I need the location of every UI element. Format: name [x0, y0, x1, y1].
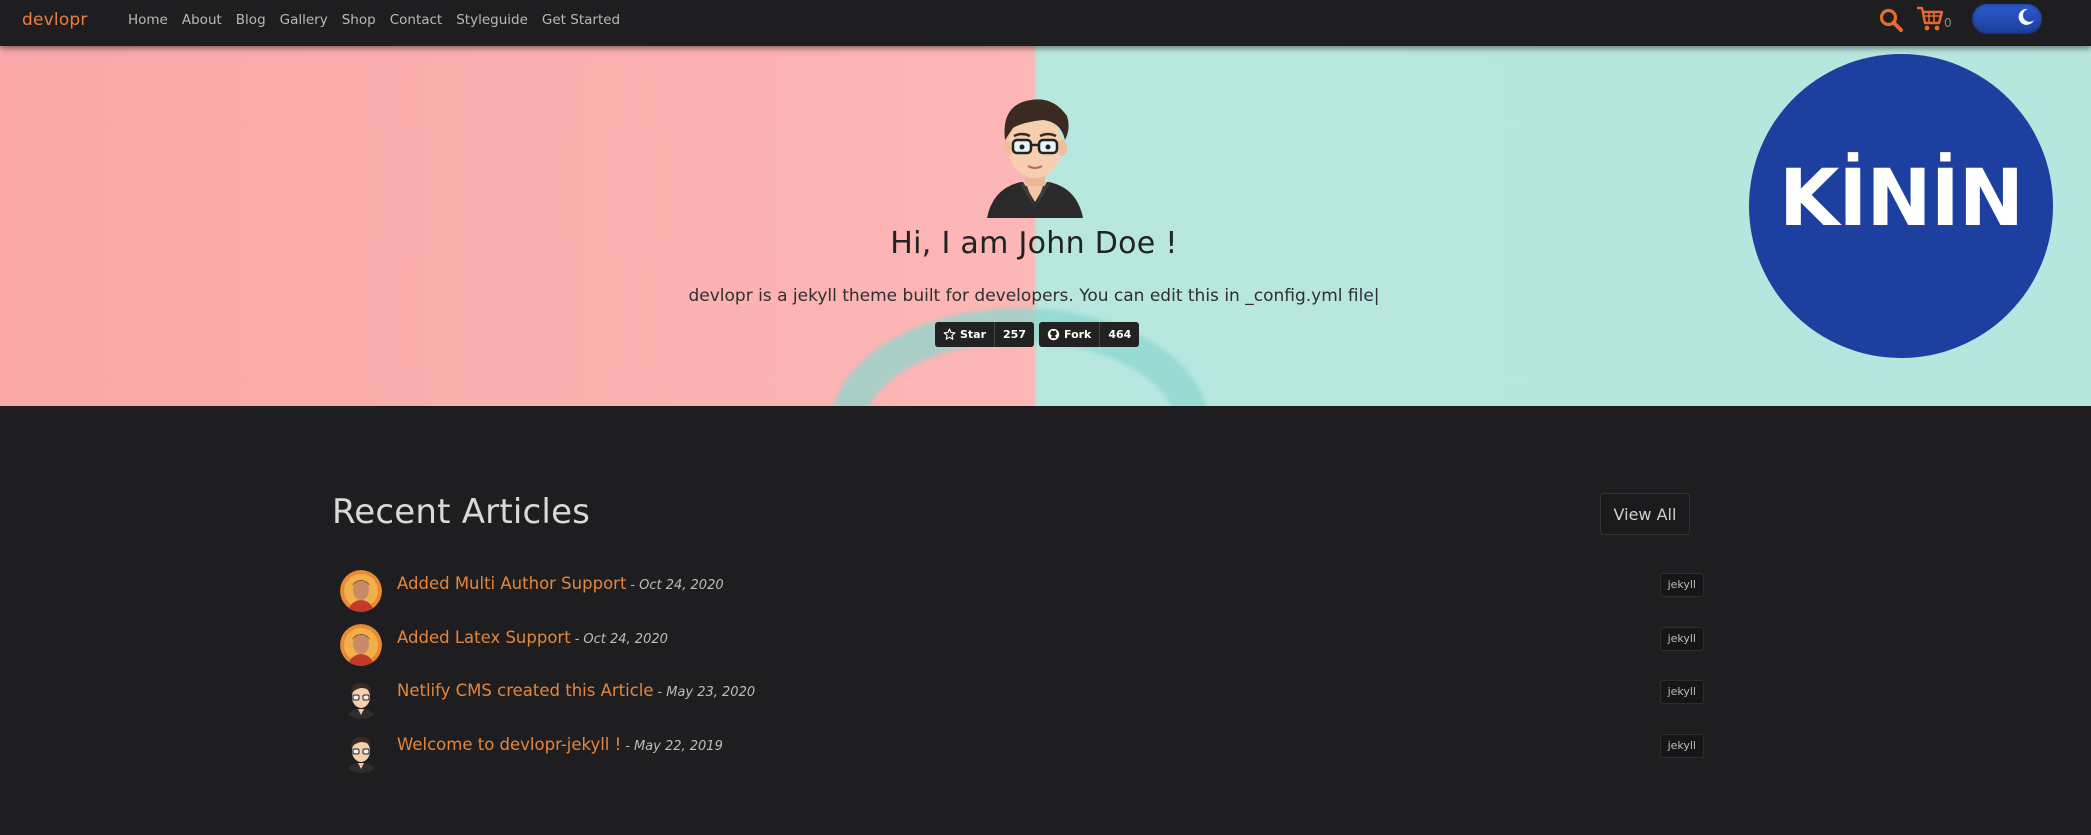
kinin-logo-text: KİNİN: [1778, 154, 2024, 244]
author-photo-avatar: [340, 570, 382, 612]
article-row: Added Latex Support - Oct 24, 2020 jekyll: [340, 620, 1704, 674]
article-title-link[interactable]: Added Multi Author Support - Oct 24, 2020: [397, 574, 724, 593]
nav-link-about[interactable]: About: [182, 12, 222, 28]
github-buttons: Star 257 Fork 464: [935, 322, 1140, 347]
article-tag[interactable]: jekyll: [1659, 680, 1704, 704]
github-fork-button[interactable]: Fork 464: [1039, 322, 1140, 347]
nav-links: Home About Blog Gallery Shop Contact Sty…: [128, 12, 634, 28]
kinin-logo-badge: KİNİN: [1749, 54, 2053, 358]
star-count[interactable]: 257: [995, 328, 1034, 341]
top-navbar: devlopr Home About Blog Gallery Shop Con…: [0, 0, 2091, 46]
nav-link-gallery[interactable]: Gallery: [280, 12, 328, 28]
fork-label: Fork: [1064, 328, 1092, 341]
author-photo-avatar: [340, 623, 382, 666]
nav-link-home[interactable]: Home: [128, 12, 168, 28]
article-title-text[interactable]: Netlify CMS created this Article: [397, 681, 654, 700]
article-title-text[interactable]: Welcome to devlopr-jekyll !: [397, 735, 621, 754]
article-title-link[interactable]: Added Latex Support - Oct 24, 2020: [397, 628, 668, 647]
github-icon: [1047, 328, 1060, 341]
article-date: May 23, 2020: [666, 685, 756, 700]
article-date: Oct 24, 2020: [639, 578, 724, 593]
cart-count: 0: [1944, 16, 1952, 30]
nav-link-contact[interactable]: Contact: [390, 12, 443, 28]
nav-link-shop[interactable]: Shop: [342, 12, 376, 28]
article-row: Added Multi Author Support - Oct 24, 2020 …: [340, 566, 1704, 620]
article-title-link[interactable]: Welcome to devlopr-jekyll ! - May 22, 2019: [397, 735, 723, 754]
article-title-link[interactable]: Netlify CMS created this Article - May 23,…: [397, 681, 755, 700]
profile-avatar: [987, 99, 1083, 218]
github-star-button[interactable]: Star 257: [935, 322, 1034, 347]
nav-link-get-started[interactable]: Get Started: [542, 12, 620, 28]
star-icon: [943, 328, 956, 340]
nav-link-styleguide[interactable]: Styleguide: [456, 12, 528, 28]
cartoon-avatar: [340, 730, 382, 773]
article-tag[interactable]: jekyll: [1659, 573, 1704, 597]
article-date: May 22, 2019: [633, 738, 723, 754]
theme-toggle[interactable]: [1972, 4, 2042, 34]
view-all-button[interactable]: View All: [1600, 493, 1690, 535]
article-title-text[interactable]: Added Latex Support: [397, 628, 571, 647]
article-row: Netlify CMS created this Article - May 23,…: [340, 673, 1704, 727]
article-row: Welcome to devlopr-jekyll ! - May 22, 2019…: [340, 727, 1704, 781]
article-list: Added Multi Author Support - Oct 24, 2020 …: [340, 566, 1704, 780]
star-label: Star: [960, 328, 987, 341]
brand-logo-link[interactable]: devlopr: [22, 10, 88, 30]
article-title-text[interactable]: Added Multi Author Support: [397, 574, 626, 593]
hero-subtitle: devlopr is a jekyll theme built for deve…: [688, 286, 1380, 306]
search-icon[interactable]: [1878, 7, 1904, 33]
cartoon-avatar: [340, 677, 382, 719]
article-tag[interactable]: jekyll: [1659, 733, 1704, 758]
cart-icon[interactable]: [1915, 5, 1945, 33]
article-date: Oct 24, 2020: [583, 631, 668, 647]
article-tag[interactable]: jekyll: [1659, 626, 1704, 651]
recent-articles-heading: Recent Articles: [332, 492, 591, 532]
fork-count[interactable]: 464: [1100, 328, 1139, 341]
nav-link-blog[interactable]: Blog: [236, 12, 266, 28]
moon-icon: [2018, 8, 2034, 25]
